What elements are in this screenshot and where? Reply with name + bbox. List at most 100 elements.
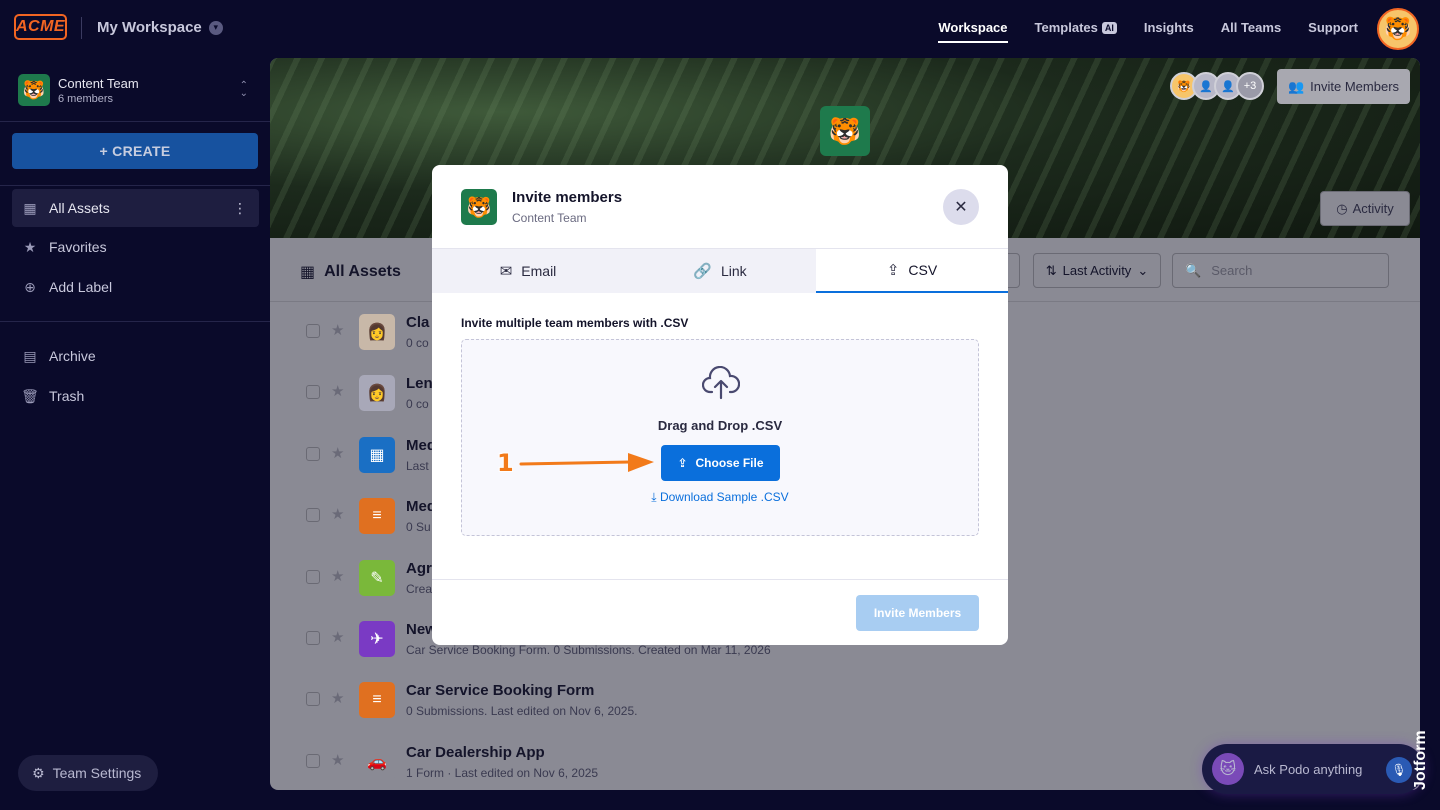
nav-label: Support [1308,20,1358,35]
asset-thumbnail-icon: ✈ [359,621,395,657]
team-settings-button[interactable]: ⚙ Team Settings [18,755,158,791]
archive-icon: ▤ [23,347,37,364]
invite-members-submit-button[interactable]: Invite Members [856,595,979,631]
top-nav: Workspace Templates AI Insights All Teams… [938,20,1358,43]
modal-subtitle: Content Team [512,211,587,225]
row-checkbox[interactable] [306,569,320,584]
asset-thumbnail-icon: ▦ [359,436,395,473]
row-checkbox[interactable] [306,631,320,645]
row-checkbox[interactable] [306,508,320,523]
logo-divider [81,17,82,39]
user-avatar[interactable]: 🐯 [1377,8,1419,50]
activity-button[interactable]: ◷ Activity [1320,191,1410,226]
podo-placeholder: Ask Podo anything [1254,761,1363,777]
sort-dropdown[interactable]: ⇅ Last Activity ⌄ [1033,253,1161,288]
asset-subtitle: Car Service Booking Form. 0 Submissions.… [406,643,771,657]
star-icon[interactable]: ★ [331,382,344,400]
tiger-team-icon: 🐯 [18,74,50,106]
nav-templates[interactable]: Templates AI [1035,20,1117,35]
asset-thumbnail-icon: 👩 [359,314,395,350]
sidebar-item-label: Add Label [49,279,113,295]
close-button[interactable]: ✕ [943,189,979,225]
divider [0,121,270,122]
team-switcher[interactable]: 🐯 Content Team 6 members ⌃ ⌄ [18,74,258,106]
star-icon: ★ [23,238,37,255]
acme-logo[interactable]: ACME [14,14,67,40]
sidebar-item-trash[interactable]: 🗑 Trash [12,377,259,415]
page-title-text: All Assets [324,263,401,280]
download-icon: ⤓ [651,490,657,504]
asset-subtitle: 0 Su [406,520,431,535]
asset-subtitle: 0 co [406,397,429,412]
row-checkbox[interactable] [306,446,320,461]
asset-subtitle: 0 co [406,336,429,350]
asset-title[interactable]: Len [406,375,433,392]
nav-workspace[interactable]: Workspace [938,20,1008,43]
more-members-badge: +3 [1236,72,1264,100]
asset-title[interactable]: Cla [406,314,429,331]
nav-insights[interactable]: Insights [1144,20,1194,35]
star-icon[interactable]: ★ [331,444,344,462]
download-sample-link[interactable]: ⤓ Download Sample .CSV [462,490,978,505]
asset-thumbnail-icon: ≡ [359,498,395,535]
star-icon[interactable]: ★ [331,628,344,646]
choose-file-button[interactable]: ⇪ Choose File [661,445,780,481]
modal-header: 🐯 Invite members Content Team ✕ [432,165,1008,249]
divider [0,185,270,186]
chevron-down-icon: ▾ [208,20,223,35]
star-icon[interactable]: ★ [331,567,344,585]
row-checkbox[interactable] [306,324,320,338]
asset-title[interactable]: Car Dealership App [406,744,545,761]
row-checkbox[interactable] [306,692,320,707]
close-icon: ✕ [954,199,968,216]
upload-icon: ⇪ [886,262,900,279]
asset-subtitle: Last [406,458,429,473]
workspace-name: My Workspace [97,19,202,36]
team-members-count: 6 members [58,92,114,105]
modal-footer: Invite Members [432,579,1008,645]
sidebar-item-add-label[interactable]: ⊕ Add Label [12,268,259,306]
tab-link[interactable]: 🔗 Link [624,249,816,293]
nav-label: Templates [1034,20,1098,35]
tab-label: Email [521,263,557,279]
sidebar-item-archive[interactable]: ▤ Archive [12,337,259,375]
search-placeholder: Search [1211,263,1253,278]
kebab-menu-icon[interactable]: ⋮ [233,200,247,217]
star-icon[interactable]: ★ [331,689,344,707]
microphone-icon[interactable]: 🎙 [1386,757,1412,783]
search-input[interactable]: 🔍 Search [1172,253,1389,288]
chevron-updown-icon: ⌃ ⌄ [239,80,248,99]
cloud-upload-icon [702,366,740,400]
row-checkbox[interactable] [306,385,320,400]
star-icon[interactable]: ★ [331,505,344,523]
member-avatars[interactable]: 🐯 👤 👤 +3 [1170,72,1264,100]
csv-dropzone[interactable]: Drag and Drop .CSV ⇪ Choose File ⤓ Downl… [461,339,979,536]
tiger-team-icon: 🐯 [820,106,870,156]
sidebar: 🐯 Content Team 6 members ⌃ ⌄ + CREATE ▦ A… [0,58,270,810]
sidebar-item-favorites[interactable]: ★ Favorites [12,228,259,266]
asset-title[interactable]: Agr [406,560,432,577]
plus-circle-icon: ⊕ [24,278,36,295]
jotform-watermark: Jotform [1412,730,1429,790]
search-icon: 🔍 [1185,262,1202,278]
invite-members-button[interactable]: 👥 Invite Members [1277,69,1410,104]
chevron-down-icon: ⌄ [1137,262,1149,278]
star-icon[interactable]: ★ [331,321,344,339]
create-button[interactable]: + CREATE [12,133,258,169]
tab-csv[interactable]: ⇪ CSV [816,249,1008,293]
asset-thumbnail-icon: ≡ [359,682,395,719]
asset-title[interactable]: Car Service Booking Form [406,682,594,699]
tab-email[interactable]: ✉ Email [432,249,624,293]
nav-all-teams[interactable]: All Teams [1221,20,1281,35]
nav-support[interactable]: Support [1308,20,1358,35]
sidebar-item-all-assets[interactable]: ▦ All Assets ⋮ [12,189,259,227]
filter-dropdown[interactable] [1008,253,1020,288]
table-row[interactable]: ★ ≡ Car Service Booking Form 0 Submissions.… [270,670,1420,731]
podo-assistant[interactable]: 🐱 Ask Podo anything 🎙 [1202,744,1424,794]
sidebar-item-label: Favorites [49,239,107,255]
invite-members-label: Invite Members [1310,79,1400,94]
workspace-switcher[interactable]: My Workspace ▾ [97,19,223,36]
star-icon[interactable]: ★ [331,751,344,769]
grid-icon: ▦ [23,199,37,216]
row-checkbox[interactable] [306,753,320,768]
